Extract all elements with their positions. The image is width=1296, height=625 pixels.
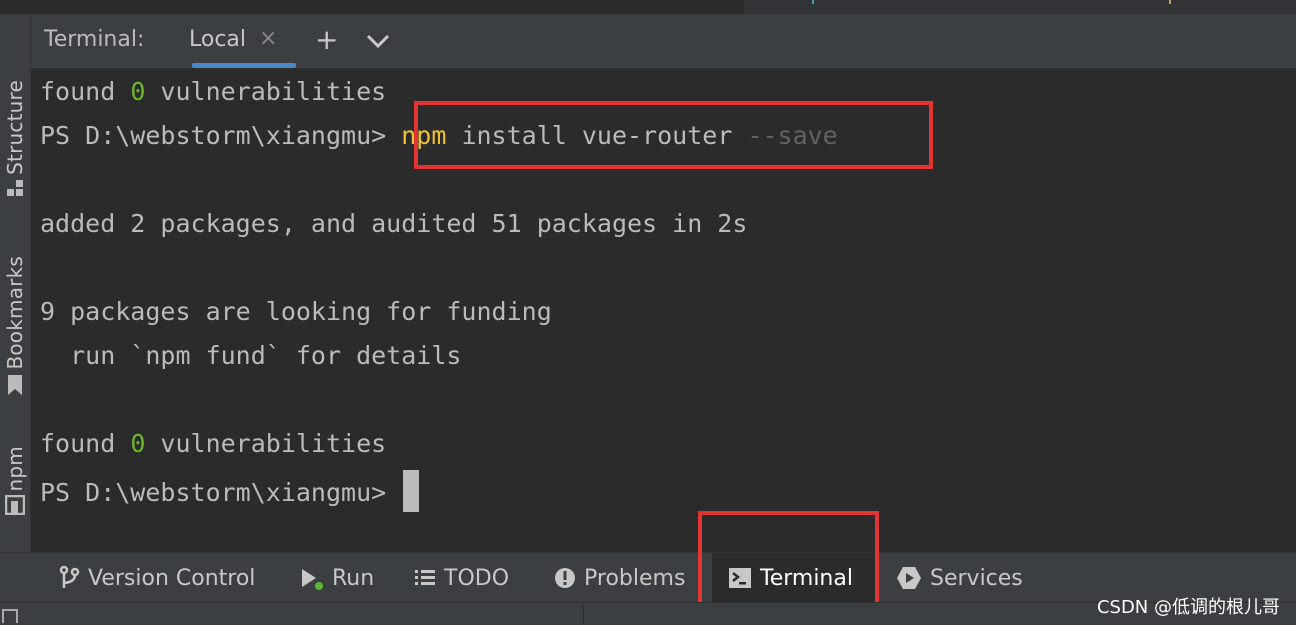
new-tab-button[interactable]: + [315,23,338,56]
services-icon [896,566,922,590]
terminal-line: 9 packages are looking for funding [40,297,552,326]
editor-right-pane [744,0,1296,14]
terminal-line: found 0 vulnerabilities [40,429,387,458]
bookmark-icon [6,374,24,400]
bookmarks-tool-button[interactable]: Bookmarks [0,256,30,400]
terminal-title: Terminal: [44,27,145,52]
tab-local[interactable]: Local × [189,14,297,68]
npm-icon [4,495,26,519]
run-icon [300,566,324,590]
prompt: PS D:\webstorm\xiangmu> [40,478,402,507]
terminal-header: Terminal: Local × + [31,14,1296,69]
text-cursor [403,470,420,512]
terminal-line: run `npm fund` for details [40,341,462,370]
chevron-down-icon[interactable] [365,26,391,59]
command-highlight-box [414,101,933,169]
terminal-prompt-line[interactable]: PS D:\webstorm\xiangmu> [40,470,420,515]
editor-marker [1169,0,1171,4]
run-label: Run [332,565,375,591]
problems-icon [554,567,576,589]
services-label: Services [930,565,1023,591]
left-tool-stripe: Structure Bookmarks npm [0,14,31,552]
structure-label: Structure [3,80,27,175]
structure-tool-button[interactable]: Structure [0,80,30,201]
todo-label: TODO [444,565,510,591]
editor-marker [812,0,814,4]
prompt: PS D:\webstorm\xiangmu> [40,121,402,150]
npm-label: npm [3,446,27,492]
version-control-label: Version Control [88,565,256,591]
status-divider [583,605,584,625]
bookmarks-label: Bookmarks [3,256,27,370]
version-control-tool-button[interactable]: Version Control [58,553,255,603]
todo-tool-button[interactable]: TODO [414,553,509,603]
tab-local-label: Local [189,27,247,52]
npm-tool-button[interactable]: npm [0,446,30,519]
services-tool-button[interactable]: Services [896,553,1023,603]
watermark: CSDN @低调的根儿哥 [1096,597,1280,618]
problems-label: Problems [584,565,686,591]
close-icon[interactable]: × [259,26,277,51]
todo-icon [414,568,436,588]
run-tool-button[interactable]: Run [300,553,374,603]
terminal-line: added 2 packages, and audited 51 package… [40,209,748,238]
version-control-icon [58,566,80,590]
problems-tool-button[interactable]: Problems [554,553,685,603]
structure-icon [6,179,24,201]
editor-area-strip [0,0,1296,15]
tab-active-indicator [192,63,296,68]
window-icon[interactable] [2,609,18,623]
terminal-line: found 0 vulnerabilities [40,77,387,106]
